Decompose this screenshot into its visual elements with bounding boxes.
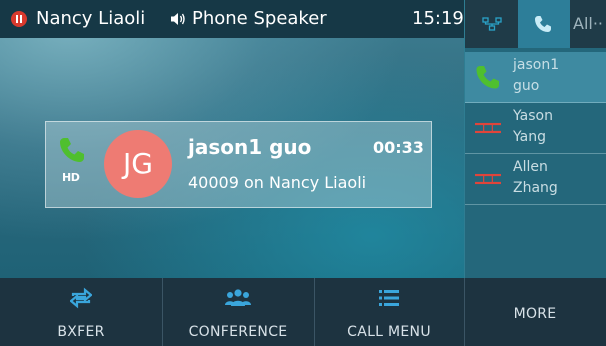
call-menu-label: CALL MENU <box>347 324 431 340</box>
contact-last-name: guo <box>513 78 540 94</box>
call-menu-button[interactable]: CALL MENU <box>314 278 465 346</box>
call-tab-icon <box>535 16 551 32</box>
call-duration: 00:33 <box>373 138 424 157</box>
clock: 15:19 <box>412 8 464 29</box>
side-panel-tabs: All·· <box>465 0 606 48</box>
audio-mode-label: Phone Speaker <box>192 8 327 29</box>
contact-last-name: Yang <box>513 129 546 145</box>
speaker-icon <box>171 13 185 25</box>
conference-label: CONFERENCE <box>188 324 288 340</box>
side-list-item-label: Allen Zhang <box>513 157 603 199</box>
network-icon <box>481 17 502 31</box>
side-list-item-allen-zhang[interactable]: Allen Zhang <box>465 154 606 205</box>
transfer-icon <box>70 287 92 309</box>
tab-all[interactable]: All·· <box>570 0 606 48</box>
softkey-bar: BXFER CONFERENCE CALL MENU MORE <box>0 278 606 346</box>
tab-all-label: All·· <box>573 14 604 33</box>
more-button[interactable]: MORE <box>464 278 606 346</box>
account-name[interactable]: Nancy Liaoli <box>36 8 145 29</box>
side-panel: All·· jason1 guo Yason Yang Allen Zhang <box>464 0 606 278</box>
active-call-card[interactable]: HD JG jason1 guo 00:33 40009 on Nancy Li… <box>45 121 432 208</box>
status-bar: Nancy Liaoli Phone Speaker 15:19 <box>0 0 464 38</box>
menu-list-icon <box>379 290 399 306</box>
caller-name: jason1 guo <box>188 135 312 159</box>
green-phone-icon <box>60 138 84 162</box>
tab-calls[interactable] <box>518 0 570 48</box>
contact-first-name: jason1 <box>513 57 560 73</box>
bxfer-label: BXFER <box>57 324 105 340</box>
more-label: MORE <box>513 306 557 322</box>
blf-idle-icon <box>475 122 501 134</box>
green-phone-icon <box>476 66 499 89</box>
conference-button[interactable]: CONFERENCE <box>162 278 315 346</box>
hd-badge: HD <box>62 171 80 184</box>
side-list-item-label: Yason Yang <box>513 106 603 148</box>
line-status-icon <box>11 11 27 27</box>
caller-avatar: JG <box>104 130 172 198</box>
blf-idle-icon <box>475 173 501 185</box>
contact-first-name: Yason <box>513 108 553 124</box>
side-list-item-yason-yang[interactable]: Yason Yang <box>465 103 606 154</box>
caller-number-line: 40009 on Nancy Liaoli <box>188 173 367 192</box>
bxfer-button[interactable]: BXFER <box>0 278 163 346</box>
contact-first-name: Allen <box>513 159 548 175</box>
tab-network[interactable] <box>465 0 518 48</box>
contact-last-name: Zhang <box>513 180 558 196</box>
conference-icon <box>225 289 251 306</box>
side-list-item-label: jason1 guo <box>513 55 603 97</box>
side-list-item-jason1-guo[interactable]: jason1 guo <box>465 52 606 103</box>
